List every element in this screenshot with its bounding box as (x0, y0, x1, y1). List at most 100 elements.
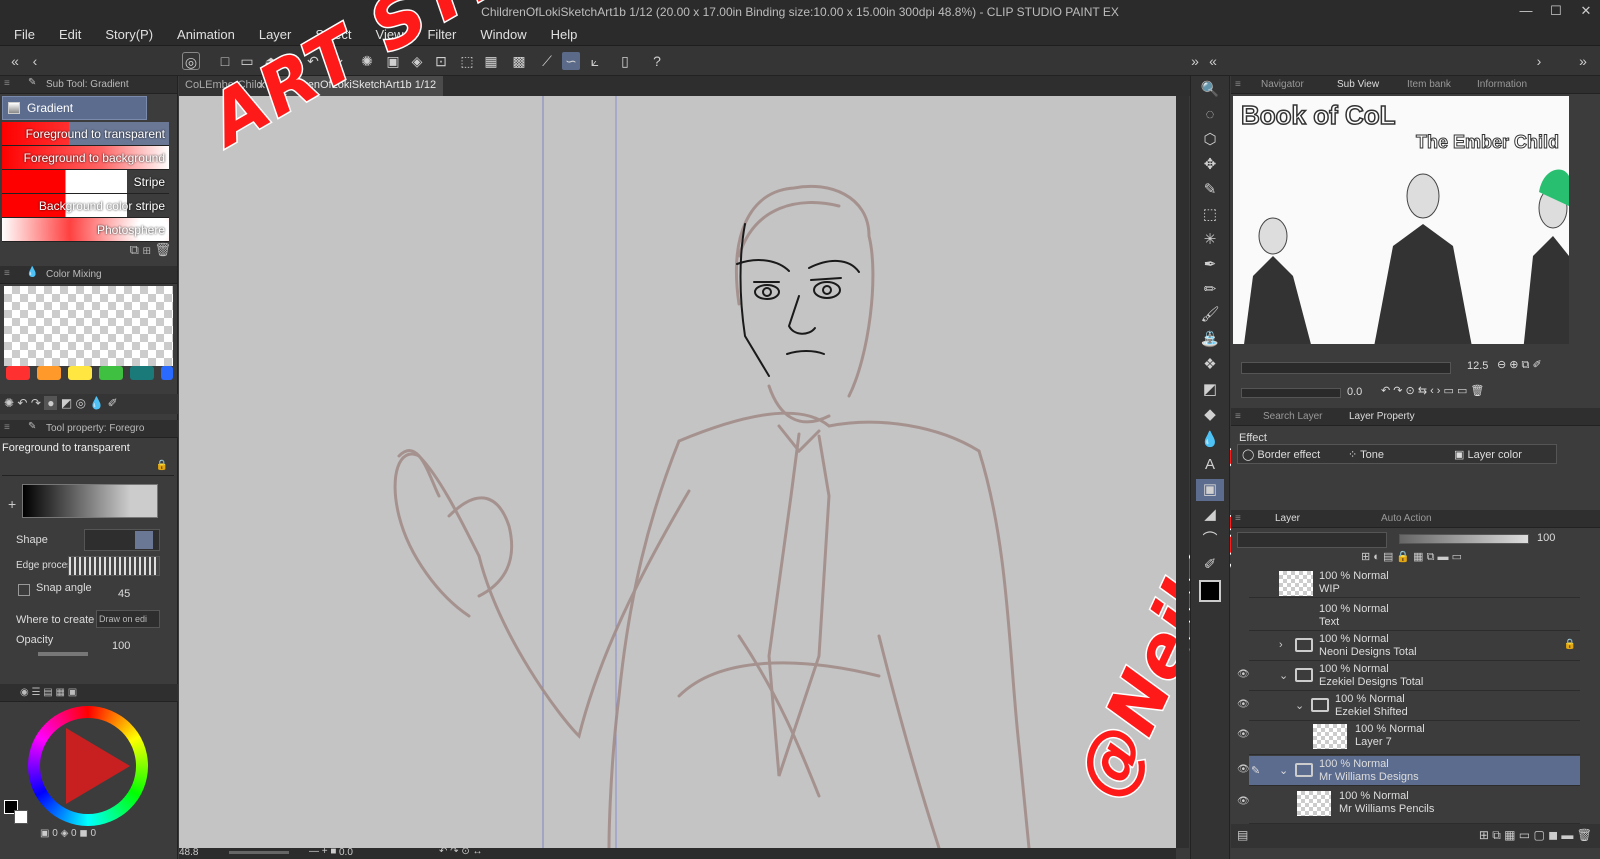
ruler-icon[interactable]: ⟋ (538, 52, 556, 70)
color-wheel-tab-icon[interactable]: ◉ ☰ ▤ ▦ ▣ (20, 687, 77, 698)
menu-edit[interactable]: Edit (45, 24, 91, 42)
collapse-left-icon[interactable]: « (6, 52, 24, 70)
invert-icon[interactable]: ▦ (482, 52, 500, 70)
color-triangle[interactable] (66, 728, 130, 804)
collapse-right-icon[interactable]: » (1186, 52, 1204, 70)
layer-color-button[interactable]: ▣ Layer color (1454, 448, 1522, 461)
eye-icon[interactable]: 👁 (1237, 669, 1250, 680)
color-wheel[interactable] (28, 706, 148, 826)
sun-icon[interactable]: ✺ (4, 396, 14, 410)
sat-value[interactable]: 0 (71, 828, 77, 839)
layer-row-neoni[interactable]: › 100 % Normal Neoni Designs Total 🔒 (1249, 631, 1580, 661)
blend-icon[interactable]: ◎ (76, 396, 86, 410)
palette-blue[interactable] (161, 366, 173, 380)
eye-icon[interactable]: 👁 (1237, 764, 1250, 775)
zoom-slider[interactable] (229, 851, 289, 854)
menu-lines-icon[interactable]: ≡ (4, 422, 10, 433)
gradient-preview[interactable] (22, 484, 158, 518)
expand-chevron-icon[interactable]: › (1279, 639, 1283, 651)
object-tool-icon[interactable]: ⬡ (1196, 129, 1224, 151)
menu-story[interactable]: Story(P) (91, 24, 163, 42)
collapse-chevron-icon[interactable]: ⌄ (1295, 699, 1304, 712)
move-tool-icon[interactable]: ✥ (1196, 154, 1224, 176)
menu-window[interactable]: Window (466, 24, 536, 42)
layer-panel-menu-icon[interactable]: ▤ (1237, 828, 1248, 842)
nav-rotate-buttons[interactable]: ↶ ↷ ⊙ ⇆ ‹ › ▭ ▭ 🗑 (1381, 384, 1484, 397)
redo-small-icon[interactable]: ↷ (31, 396, 41, 410)
tab-auto-action[interactable]: Auto Action (1381, 513, 1432, 524)
pen-tool-icon[interactable]: ✎ (1196, 179, 1224, 201)
transform-icon[interactable]: ⊡ (432, 52, 450, 70)
nav-zoom-value[interactable]: 12.5 (1467, 360, 1488, 372)
zoom-value[interactable]: 48.8 (179, 847, 198, 858)
collapse-chevron-icon[interactable]: ⌄ (1279, 764, 1288, 777)
snap-angle-value[interactable]: 45 (118, 588, 130, 600)
minimize-button[interactable]: — (1512, 3, 1540, 21)
expand-right-icon[interactable]: » (1574, 52, 1592, 70)
text-tool-icon[interactable]: A (1196, 454, 1224, 476)
layer-lock-icons[interactable]: ⊞ ◐ ▤ 🔒 ▦ ⧉ ▬ ▭ (1361, 550, 1462, 564)
fill-tool-icon[interactable]: ◆ (1196, 404, 1224, 426)
gradient-tool-icon[interactable]: ▣ (1196, 479, 1224, 501)
trash-icon[interactable]: 🗑 (154, 242, 171, 257)
tab-search-layer[interactable]: Search Layer (1263, 411, 1322, 422)
rotation-value[interactable]: 0.0 (339, 847, 353, 858)
nav-rotate-value[interactable]: 0.0 (1347, 386, 1362, 398)
selection-tool-icon[interactable]: ⬚ (1196, 204, 1224, 226)
collapse-left2-icon[interactable]: « (1204, 52, 1222, 70)
palette-orange[interactable] (37, 366, 61, 380)
tab-information[interactable]: Information (1477, 79, 1527, 90)
eyedropper-icon[interactable]: ✐ (108, 396, 118, 410)
layer-row-mr-williams[interactable]: 👁 ✎ ⌄ 100 % Normal Mr Williams Designs (1237, 756, 1580, 786)
layer-opacity-slider[interactable] (1399, 534, 1529, 544)
drop-icon[interactable]: 💧 (89, 396, 104, 410)
auto-select-icon[interactable]: ✳ (1196, 229, 1224, 251)
tab-navigator[interactable]: Navigator (1261, 79, 1304, 90)
maximize-button[interactable]: ☐ (1542, 3, 1570, 21)
eraser-small-icon[interactable]: ◩ (61, 396, 72, 410)
palette-red[interactable] (6, 366, 30, 380)
eraser-icon[interactable]: ◩ (1196, 379, 1224, 401)
nav-zoom-buttons[interactable]: ⊖ ⊕ ⧉ ✐ (1497, 358, 1542, 372)
color-mixing-canvas[interactable] (4, 286, 173, 366)
palette-teal[interactable] (130, 366, 154, 380)
canvas[interactable] (179, 96, 1176, 848)
palette-yellow[interactable] (68, 366, 92, 380)
zoom-slider-nav[interactable] (1241, 362, 1451, 374)
close-button[interactable]: ✕ (1572, 3, 1600, 21)
where-to-create-select[interactable]: Draw on edi (96, 610, 160, 628)
ellipse-shape-icon[interactable] (135, 531, 153, 549)
eye-icon[interactable]: 👁 (1237, 699, 1250, 710)
snap-angle-checkbox[interactable] (18, 584, 30, 596)
stroke-icon[interactable]: ∽ (562, 52, 580, 70)
zoom-controls[interactable]: — + ■ (309, 846, 336, 857)
copy-icon[interactable]: ⧉ (130, 242, 139, 257)
menu-lines-icon[interactable]: ≡ (4, 78, 10, 89)
rotate-controls-icon[interactable]: ↶ ↷ ⊙ ↔ (439, 846, 482, 857)
layer-row-ezekiel-total[interactable]: 👁 ⌄ 100 % Normal Ezekiel Designs Total (1237, 661, 1580, 691)
menu-lines-icon[interactable]: ≡ (1235, 79, 1241, 90)
decoration-icon[interactable]: ❖ (1196, 354, 1224, 376)
figure-tool-icon[interactable]: ◢ (1196, 504, 1224, 526)
layer-actions-icons[interactable]: ⊞ ⧉ ▦ ▭ ▢ ◼ ▬ 🗑 (1479, 828, 1592, 843)
canvas-vertical-scrollbar[interactable] (1176, 96, 1189, 848)
zoom-tool-icon[interactable]: 🔍 (1196, 79, 1224, 101)
selection-icon[interactable]: ▩ (510, 52, 528, 70)
gradient-item-photosphere[interactable]: Photosphere (2, 218, 169, 242)
opacity-value[interactable]: 100 (112, 640, 130, 652)
undo-small-icon[interactable]: ↶ (17, 396, 27, 410)
brush-small-icon[interactable]: ● (44, 396, 58, 410)
border-effect-button[interactable]: ◯ Border effect (1242, 448, 1320, 461)
menu-animation[interactable]: Animation (163, 24, 245, 42)
current-color-swatch[interactable] (1199, 580, 1221, 602)
deselect-icon[interactable]: ⬚ (458, 52, 476, 70)
opacity-slider[interactable] (38, 652, 88, 656)
collapse-chevron-icon[interactable]: ⌄ (1279, 669, 1288, 682)
snap-icon[interactable]: ⟀ (586, 52, 604, 70)
palette-green[interactable] (99, 366, 123, 380)
eyedropper-tool-icon[interactable]: ✐ (1196, 554, 1224, 576)
clip-studio-icon[interactable]: ◎ (182, 52, 200, 70)
menu-lines-icon[interactable]: ≡ (4, 268, 10, 279)
shape-selector[interactable] (84, 529, 160, 551)
tab-subview[interactable]: Sub View (1337, 79, 1379, 90)
